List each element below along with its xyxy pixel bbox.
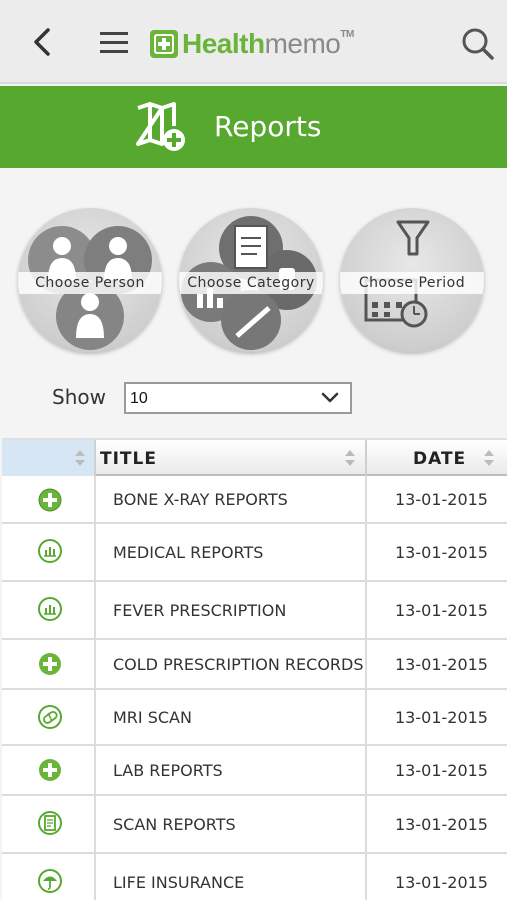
- row-title-cell: LIFE INSURANCE: [96, 854, 367, 900]
- table-row[interactable]: BONE X-RAY REPORTS 13-01-2015: [2, 476, 507, 524]
- row-date: 13-01-2015: [395, 815, 488, 834]
- logo-word-health: Health: [182, 28, 265, 59]
- row-icon-cell: [2, 690, 96, 744]
- row-date: 13-01-2015: [395, 655, 488, 674]
- row-date-cell: 13-01-2015: [367, 796, 507, 852]
- row-title: BONE X-RAY REPORTS: [113, 490, 288, 509]
- choose-person-label: Choose Person: [18, 272, 162, 294]
- table-row[interactable]: MEDICAL REPORTS 13-01-2015: [2, 524, 507, 582]
- row-date-cell: 13-01-2015: [367, 524, 507, 580]
- row-icon-cell: [2, 582, 96, 638]
- show-count-value: 10: [130, 390, 148, 407]
- page-title-bar: Reports: [0, 86, 507, 168]
- row-date: 13-01-2015: [395, 601, 488, 620]
- filter-section: Choose Person Choose Category Choose Per…: [0, 168, 507, 438]
- row-icon-cell: [2, 524, 96, 580]
- row-date-cell: 13-01-2015: [367, 690, 507, 744]
- date-header-label: DATE: [413, 449, 467, 469]
- row-title: MRI SCAN: [113, 708, 192, 727]
- show-label: Show: [52, 385, 106, 409]
- row-title: MEDICAL REPORTS: [113, 543, 264, 562]
- logo-text: HealthmemoTM: [182, 30, 354, 58]
- row-title-cell: COLD PRESCRIPTION RECORDS: [96, 640, 367, 688]
- pill-circle-icon: [37, 704, 63, 730]
- row-title-cell: MRI SCAN: [96, 690, 367, 744]
- row-title: LAB REPORTS: [113, 761, 223, 780]
- sort-arrows-icon: [483, 448, 495, 468]
- table-row[interactable]: COLD PRESCRIPTION RECORDS 13-01-2015: [2, 640, 507, 690]
- row-icon-cell: [2, 640, 96, 688]
- row-date: 13-01-2015: [395, 490, 488, 509]
- row-icon-cell: [2, 746, 96, 794]
- back-arrow-icon[interactable]: [24, 22, 64, 62]
- row-title-cell: FEVER PRESCRIPTION: [96, 582, 367, 638]
- title-column-header[interactable]: TITLE: [96, 440, 367, 476]
- reports-table: TITLE DATE BONE X-RAY REPORTS 13-01-2015: [2, 438, 507, 900]
- row-icon-cell: [2, 476, 96, 522]
- table-row[interactable]: MRI SCAN 13-01-2015: [2, 690, 507, 746]
- table-row[interactable]: LAB REPORTS 13-01-2015: [2, 746, 507, 796]
- table-row[interactable]: LIFE INSURANCE 13-01-2015: [2, 854, 507, 900]
- page-title: Reports: [214, 110, 322, 143]
- plus-circle-icon: [37, 651, 63, 677]
- umbrella-circle-icon: [37, 868, 63, 894]
- row-date-cell: 13-01-2015: [367, 854, 507, 900]
- search-icon[interactable]: [458, 24, 498, 64]
- hamburger-menu-icon[interactable]: [94, 24, 134, 60]
- sort-arrows-icon: [74, 448, 86, 468]
- plus-circle-icon: [37, 757, 63, 783]
- choose-person-button[interactable]: Choose Person: [18, 208, 162, 352]
- row-date-cell: 13-01-2015: [367, 640, 507, 688]
- healthmemo-logo: HealthmemoTM: [150, 24, 354, 64]
- row-icon-cell: [2, 796, 96, 852]
- row-title-cell: SCAN REPORTS: [96, 796, 367, 852]
- choose-period-label: Choose Period: [340, 272, 484, 294]
- row-date: 13-01-2015: [395, 708, 488, 727]
- table-row[interactable]: FEVER PRESCRIPTION 13-01-2015: [2, 582, 507, 640]
- row-date-cell: 13-01-2015: [367, 582, 507, 638]
- top-app-bar: HealthmemoTM: [0, 0, 507, 84]
- date-column-header[interactable]: DATE: [367, 440, 507, 476]
- row-title: COLD PRESCRIPTION RECORDS: [113, 655, 364, 674]
- choose-category-button[interactable]: Choose Category: [179, 208, 323, 352]
- chevron-down-icon: [320, 390, 340, 406]
- map-plus-icon: [134, 100, 188, 154]
- chart-circle-icon: [37, 596, 63, 622]
- row-title-cell: LAB REPORTS: [96, 746, 367, 794]
- row-date: 13-01-2015: [395, 761, 488, 780]
- row-title-cell: MEDICAL REPORTS: [96, 524, 367, 580]
- choose-category-label: Choose Category: [179, 272, 323, 294]
- row-date: 13-01-2015: [395, 873, 488, 892]
- sort-arrows-icon: [344, 448, 356, 468]
- row-title-cell: BONE X-RAY REPORTS: [96, 476, 367, 522]
- row-date-cell: 13-01-2015: [367, 476, 507, 522]
- document-circle-icon: [37, 810, 63, 836]
- title-header-label: TITLE: [100, 449, 157, 469]
- icon-column-header[interactable]: [2, 440, 96, 476]
- row-date: 13-01-2015: [395, 543, 488, 562]
- chart-circle-icon: [37, 538, 63, 564]
- table-row[interactable]: SCAN REPORTS 13-01-2015: [2, 796, 507, 854]
- table-header: TITLE DATE: [2, 438, 507, 476]
- logo-word-memo: memo: [264, 28, 341, 59]
- show-count-select[interactable]: 10: [124, 382, 352, 414]
- logo-trademark: TM: [340, 29, 354, 40]
- choose-period-button[interactable]: Choose Period: [340, 208, 484, 352]
- medical-cross-icon: [150, 30, 178, 58]
- row-title: LIFE INSURANCE: [113, 873, 245, 892]
- plus-circle-icon: [37, 487, 63, 513]
- row-title: FEVER PRESCRIPTION: [113, 601, 287, 620]
- row-icon-cell: [2, 854, 96, 900]
- row-title: SCAN REPORTS: [113, 815, 236, 834]
- row-date-cell: 13-01-2015: [367, 746, 507, 794]
